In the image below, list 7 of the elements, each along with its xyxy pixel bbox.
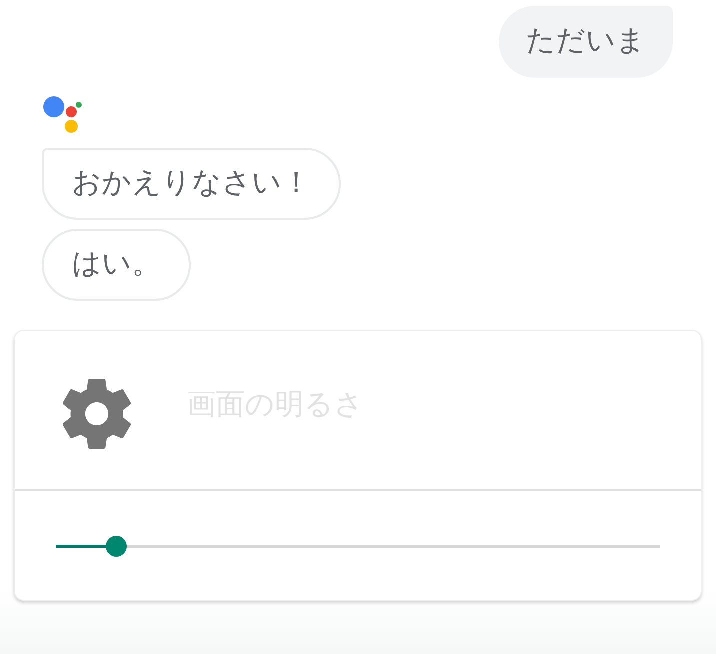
assistant-message-bubble: おかえりなさい！ [42,148,341,220]
assistant-logo-icon [43,96,82,134]
brightness-slider[interactable] [56,536,660,557]
settings-icon [63,379,131,449]
user-message-bubble: ただいま [499,6,673,78]
slider-thumb[interactable] [106,536,127,557]
assistant-message-bubble: はい。 [42,229,191,301]
